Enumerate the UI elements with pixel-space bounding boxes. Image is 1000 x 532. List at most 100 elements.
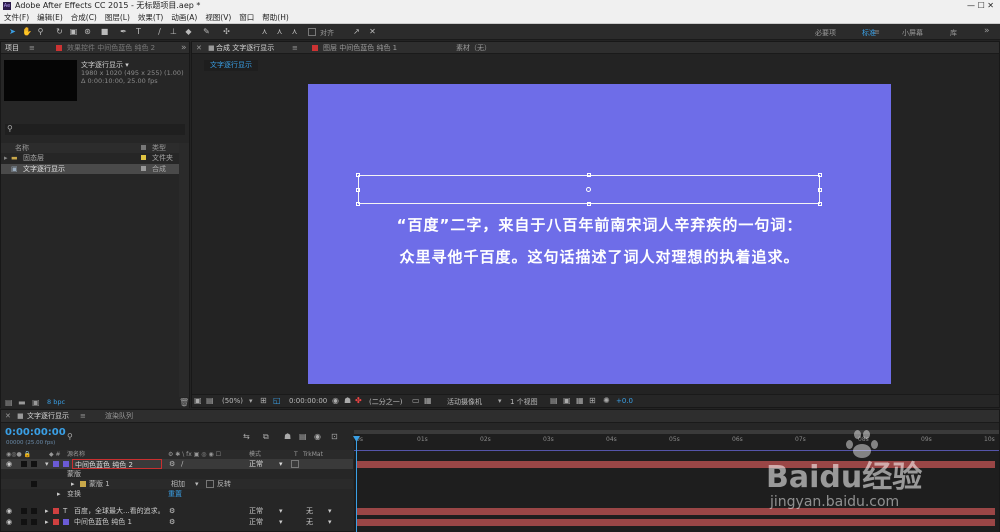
project-item-folder[interactable]: ▸ ▬ 固态层 文件夹 ⁂ [1, 153, 189, 163]
layer-name[interactable]: 中间色蓝色 纯色 1 [74, 517, 132, 527]
menu-composition[interactable]: 合成(C) [67, 12, 101, 23]
new-comp-icon[interactable]: ▣ [32, 398, 40, 407]
menu-file[interactable]: 文件(F) [0, 12, 33, 23]
visibility-eye-icon[interactable]: ◉ [6, 459, 12, 469]
type-tool-icon[interactable]: T [134, 27, 143, 36]
brush-tool-icon[interactable]: ∕ [155, 27, 164, 36]
draft-3d-icon[interactable]: ⧉ [263, 432, 269, 442]
expand-arrow-icon[interactable]: ▸ [45, 517, 49, 527]
snap-checkbox[interactable] [308, 28, 316, 36]
menu-help[interactable]: 帮助(H) [258, 12, 293, 23]
menu-effect[interactable]: 效果(T) [134, 12, 167, 23]
visibility-eye-icon[interactable]: ◉ [6, 517, 12, 527]
eraser-tool-icon[interactable]: ◆ [184, 27, 193, 36]
exposure-icon[interactable]: ✺ [603, 396, 610, 405]
mask-vertex[interactable] [356, 202, 360, 206]
timeline-tab-menu-icon[interactable]: ≡ [80, 410, 86, 422]
audio-switch[interactable] [21, 461, 27, 467]
mask-color-icon[interactable] [80, 481, 86, 487]
shy-switch-icon[interactable]: ⚙ [169, 506, 175, 516]
bit-depth-button[interactable]: 8 bpc [47, 398, 65, 406]
flowchart-icon[interactable]: ⊞ [589, 396, 596, 405]
workspace-small-screen[interactable]: 小屏幕 [902, 28, 923, 38]
audio-switch[interactable] [21, 519, 27, 525]
chevron-down-icon[interactable]: ▾ [195, 479, 199, 489]
graph-editor-icon[interactable]: ⊡ [331, 432, 338, 441]
column-name[interactable]: 名称 [15, 143, 29, 153]
frame-blending-icon[interactable]: ▤ [299, 432, 307, 441]
anchor-point[interactable] [586, 187, 591, 192]
axis-view-icon[interactable]: ⋏ [290, 27, 299, 36]
expand-arrow-icon[interactable]: ▸ [57, 489, 61, 499]
tab-lock-icon[interactable]: ■ [17, 410, 24, 422]
layer-color-label[interactable] [53, 519, 59, 525]
comp-mini-flowchart-icon[interactable]: ⇆ [243, 432, 250, 441]
show-snapshot-icon[interactable]: ☗ [344, 396, 351, 405]
chevron-down-icon[interactable]: ▾ [498, 397, 502, 405]
column-trkmat[interactable]: TrkMat [303, 450, 323, 459]
transparency-grid-icon[interactable]: ▦ [424, 396, 432, 405]
audio-switch[interactable] [21, 508, 27, 514]
layer-row[interactable]: ◉ ▸ T 百度，全球最大...看的追求。 ⚙ 正常 ▾ 无 ▾ [1, 506, 353, 516]
shy-icon[interactable]: ☗ [284, 432, 291, 441]
column-type[interactable]: 类型 [152, 143, 166, 153]
camera-tool-icon[interactable]: ▣ [69, 27, 78, 36]
solo-switch[interactable] [31, 508, 37, 514]
mask-vertex[interactable] [818, 202, 822, 206]
mask-name[interactable]: 蒙版 1 [89, 479, 110, 489]
clone-tool-icon[interactable]: ⊥ [169, 27, 178, 36]
close-tab-icon[interactable]: ✕ [196, 42, 202, 54]
mask-vertex[interactable] [356, 188, 360, 192]
zoom-tool-icon[interactable]: ⚲ [36, 27, 45, 36]
layer-trkmat[interactable]: 无 [306, 506, 313, 516]
camera-dropdown[interactable]: 活动摄像机 [447, 397, 482, 407]
window-controls[interactable]: — ☐ ✕ [967, 0, 994, 12]
mask-invert-checkbox[interactable] [206, 480, 214, 488]
views-dropdown[interactable]: 1 个视图 [510, 397, 538, 407]
shy-switch-icon[interactable]: ⚙ [169, 459, 175, 469]
roi-icon[interactable]: ▭ [412, 396, 420, 405]
motion-blur-icon[interactable]: ◉ [314, 432, 321, 441]
chevron-down-icon[interactable]: ▾ [279, 517, 283, 527]
mask-vertex[interactable] [356, 173, 360, 177]
transform-reset-link[interactable]: 重置 [168, 489, 182, 499]
project-tab-menu-icon[interactable]: ≡ [29, 42, 35, 54]
layer-mode[interactable]: 正常 [249, 459, 263, 469]
new-folder-icon[interactable]: ▬ [18, 398, 26, 407]
column-t[interactable]: T [294, 450, 298, 459]
chevron-down-icon[interactable]: ▾ [279, 506, 283, 516]
visibility-eye-icon[interactable]: ◉ [6, 506, 12, 516]
expand-arrow-icon[interactable]: ▸ [71, 479, 75, 489]
comp-canvas[interactable]: “百度”二字，来自于八百年前南宋词人辛弃疾的一句词： 众里寻他千百度。这句话描述… [308, 84, 891, 384]
column-source-name[interactable]: 源名称 [67, 450, 85, 459]
project-search-input[interactable]: ⚲ [5, 124, 185, 135]
layer-trkmat[interactable]: 无 [306, 517, 313, 527]
rectangle-tool-icon[interactable]: ■ [100, 27, 109, 36]
tab-project[interactable]: 项目 [5, 42, 19, 54]
playhead[interactable] [356, 438, 357, 532]
rotate-tool-icon[interactable]: ↻ [55, 27, 64, 36]
project-overflow[interactable]: » [181, 42, 187, 54]
tab-render-queue[interactable]: 渲染队列 [105, 410, 133, 422]
comp-chip[interactable]: 文字逐行显示 [204, 60, 258, 71]
menu-animation[interactable]: 动画(A) [167, 12, 201, 23]
solo-switch[interactable] [31, 519, 37, 525]
selection-tool-icon[interactable]: ➤ [8, 27, 17, 36]
fast-preview-icon[interactable]: ▣ [563, 396, 571, 405]
resolution-dropdown[interactable]: (二分之一) [369, 397, 402, 407]
layer-mode[interactable]: 正常 [249, 506, 263, 516]
comp-tab-menu-icon[interactable]: ≡ [292, 42, 298, 54]
menu-layer[interactable]: 图层(L) [101, 12, 134, 23]
puppet-tool-icon[interactable]: ✣ [222, 27, 231, 36]
trash-icon[interactable]: 🗑 [179, 398, 189, 407]
quality-switch-icon[interactable]: ∕ [181, 459, 183, 469]
tab-layer[interactable]: 图层 中间色蓝色 纯色 1 [323, 42, 397, 54]
hand-tool-icon[interactable]: ✋ [22, 27, 32, 36]
mask-vertex[interactable] [587, 202, 591, 206]
chevron-down-icon[interactable]: ▾ [328, 517, 332, 527]
timeline-timecode[interactable]: 0:00:00:00 [5, 427, 66, 438]
preserve-transparency-checkbox[interactable] [291, 460, 299, 468]
layer-row[interactable]: ◉ ▾ 中间色蓝色 纯色 2 ⚙ ∕ 正常 ▾ [1, 459, 353, 469]
toggle-pixel-aspect-icon[interactable]: ▤ [550, 396, 558, 405]
solo-switch[interactable] [31, 481, 37, 487]
